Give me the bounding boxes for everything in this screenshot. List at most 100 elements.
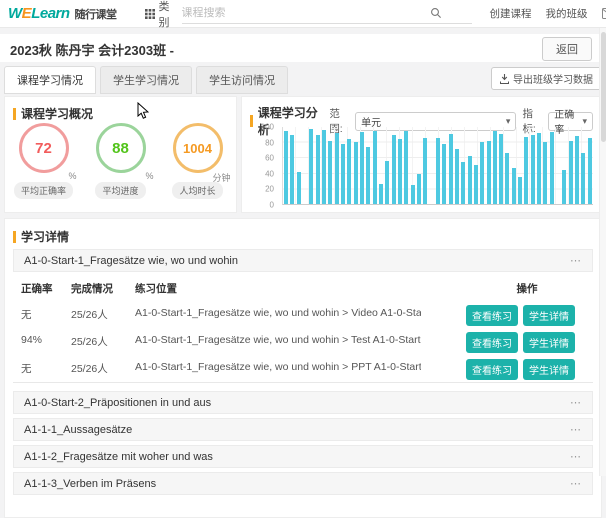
chart-bar[interactable] bbox=[379, 184, 383, 204]
chart-bar[interactable] bbox=[341, 144, 345, 204]
tab-student-learning[interactable]: 学生学习情况 bbox=[100, 66, 192, 94]
chart-bar[interactable] bbox=[575, 136, 579, 204]
analysis-card: 课程学习分析 范围: 单元 ▾ 指标: 正确率 ▾ 020406080100 bbox=[241, 96, 602, 213]
tab-course-learning[interactable]: 课程学习情况 bbox=[4, 66, 96, 94]
bar-slot bbox=[556, 126, 560, 204]
chart-bar[interactable] bbox=[411, 185, 415, 204]
chart-bar[interactable] bbox=[531, 135, 535, 204]
chart-bar[interactable] bbox=[316, 135, 320, 204]
y-tick-label: 80 bbox=[265, 138, 274, 147]
export-class-data-button[interactable]: 导出班级学习数据 bbox=[491, 67, 602, 90]
back-button[interactable]: 返回 bbox=[542, 37, 592, 61]
accordion-item[interactable]: A1-1-2_Fragesätze mit woher und was ⋯ bbox=[13, 445, 593, 468]
chart-bar[interactable] bbox=[505, 153, 509, 204]
mail-icon[interactable] bbox=[602, 8, 606, 19]
bar-slot bbox=[575, 126, 579, 204]
stat-label: 人均时长 bbox=[172, 182, 222, 199]
accordion-title: A1-1-3_Verben im Präsens bbox=[24, 478, 156, 490]
chart-bar[interactable] bbox=[417, 174, 421, 204]
accordion-item[interactable]: A1-1-3_Verben im Präsens ⋯ bbox=[13, 472, 593, 495]
chart-bar[interactable] bbox=[480, 142, 484, 204]
chart-bar[interactable] bbox=[392, 135, 396, 204]
chart-bar[interactable] bbox=[309, 129, 313, 204]
chart-bar[interactable] bbox=[360, 132, 364, 204]
search-icon[interactable] bbox=[430, 7, 442, 19]
chart-bar[interactable] bbox=[562, 170, 566, 204]
chart-bar[interactable] bbox=[442, 144, 446, 204]
category-menu[interactable]: 类别 bbox=[145, 0, 170, 30]
scrollbar-thumb[interactable] bbox=[601, 32, 606, 142]
more-icon[interactable]: ⋯ bbox=[570, 254, 582, 267]
bar-slot bbox=[341, 126, 345, 204]
stat-value: 72 bbox=[35, 140, 52, 157]
chart-bar[interactable] bbox=[328, 141, 332, 204]
more-icon[interactable]: ⋯ bbox=[570, 423, 582, 436]
chart-bar[interactable] bbox=[366, 147, 370, 204]
view-exercise-button[interactable]: 查看练习 bbox=[466, 332, 518, 353]
overview-stats: 72 % 平均正确率 88 % 平均进度 1004 分钟 人均时长 bbox=[5, 123, 236, 199]
view-exercise-button[interactable]: 查看练习 bbox=[466, 359, 518, 380]
chart-bar[interactable] bbox=[518, 177, 522, 204]
bar-slot bbox=[347, 126, 351, 204]
bar-slot bbox=[550, 126, 554, 204]
chevron-down-icon: ▾ bbox=[582, 116, 587, 127]
chart-bar[interactable] bbox=[297, 172, 301, 204]
student-detail-button[interactable]: 学生详情 bbox=[523, 305, 575, 326]
more-icon[interactable]: ⋯ bbox=[570, 450, 582, 463]
chart-bar[interactable] bbox=[524, 137, 528, 204]
chart-bar[interactable] bbox=[423, 138, 427, 204]
details-header: 学习详情 bbox=[13, 228, 69, 245]
chart-bar[interactable] bbox=[385, 161, 389, 204]
bar-slot bbox=[518, 126, 522, 204]
chart-bar[interactable] bbox=[373, 131, 377, 204]
stat-value: 88 bbox=[112, 140, 129, 157]
chart-bar[interactable] bbox=[398, 139, 402, 204]
more-icon[interactable]: ⋯ bbox=[570, 396, 582, 409]
welearn-logo[interactable]: WELearn随行课堂 bbox=[8, 5, 117, 22]
chart-bar[interactable] bbox=[581, 153, 585, 204]
accordion-item[interactable]: A1-0-Start-2_Präpositionen in und aus ⋯ bbox=[13, 391, 593, 414]
bar-plot bbox=[282, 127, 593, 205]
chart-bar[interactable] bbox=[284, 131, 288, 204]
bar-slot bbox=[360, 126, 364, 204]
chart-bar[interactable] bbox=[436, 138, 440, 204]
chart-bar[interactable] bbox=[569, 141, 573, 204]
chart-bar[interactable] bbox=[499, 134, 503, 204]
bar-slot bbox=[385, 126, 389, 204]
chart-bar[interactable] bbox=[468, 156, 472, 204]
tab-student-visits[interactable]: 学生访问情况 bbox=[196, 66, 288, 94]
chart-bar[interactable] bbox=[461, 162, 465, 204]
chart-bar[interactable] bbox=[290, 135, 294, 204]
accordion-title: A1-1-2_Fragesätze mit woher und was bbox=[24, 451, 213, 463]
page-title[interactable]: 2023秋 陈丹宇 会计2303班 - bbox=[10, 40, 174, 59]
page-scrollbar[interactable] bbox=[599, 28, 606, 476]
chart-bar[interactable] bbox=[543, 142, 547, 204]
chart-bar[interactable] bbox=[322, 130, 326, 204]
bar-slot bbox=[442, 126, 446, 204]
chart-bar[interactable] bbox=[512, 168, 516, 204]
chart-bar[interactable] bbox=[474, 165, 478, 204]
view-exercise-button[interactable]: 查看练习 bbox=[466, 305, 518, 326]
grid-icon bbox=[145, 9, 155, 19]
accordion-item[interactable]: A1-1-1_Aussagesätze ⋯ bbox=[13, 418, 593, 441]
create-course-link[interactable]: 创建课程 bbox=[490, 6, 532, 21]
more-icon[interactable]: ⋯ bbox=[570, 477, 582, 490]
chart-bar[interactable] bbox=[588, 138, 592, 204]
chart-bar[interactable] bbox=[550, 132, 554, 204]
my-classes-link[interactable]: 我的班级 bbox=[546, 6, 588, 21]
chart-bar[interactable] bbox=[487, 141, 491, 204]
accordion-item-expanded[interactable]: A1-0-Start-1_Fragesätze wie, wo und wohi… bbox=[13, 249, 593, 272]
search-input[interactable] bbox=[182, 7, 472, 19]
student-detail-button[interactable]: 学生详情 bbox=[523, 332, 575, 353]
chart-bar[interactable] bbox=[493, 131, 497, 204]
bar-slot bbox=[354, 126, 358, 204]
chart-bar[interactable] bbox=[537, 133, 541, 204]
chart-bar[interactable] bbox=[347, 139, 351, 204]
chart-bar[interactable] bbox=[449, 134, 453, 204]
chart-bar[interactable] bbox=[335, 133, 339, 204]
chart-bar[interactable] bbox=[455, 149, 459, 204]
chart-bar[interactable] bbox=[354, 142, 358, 204]
bar-slot bbox=[297, 126, 301, 204]
student-detail-button[interactable]: 学生详情 bbox=[523, 359, 575, 380]
chart-bar[interactable] bbox=[404, 131, 408, 204]
